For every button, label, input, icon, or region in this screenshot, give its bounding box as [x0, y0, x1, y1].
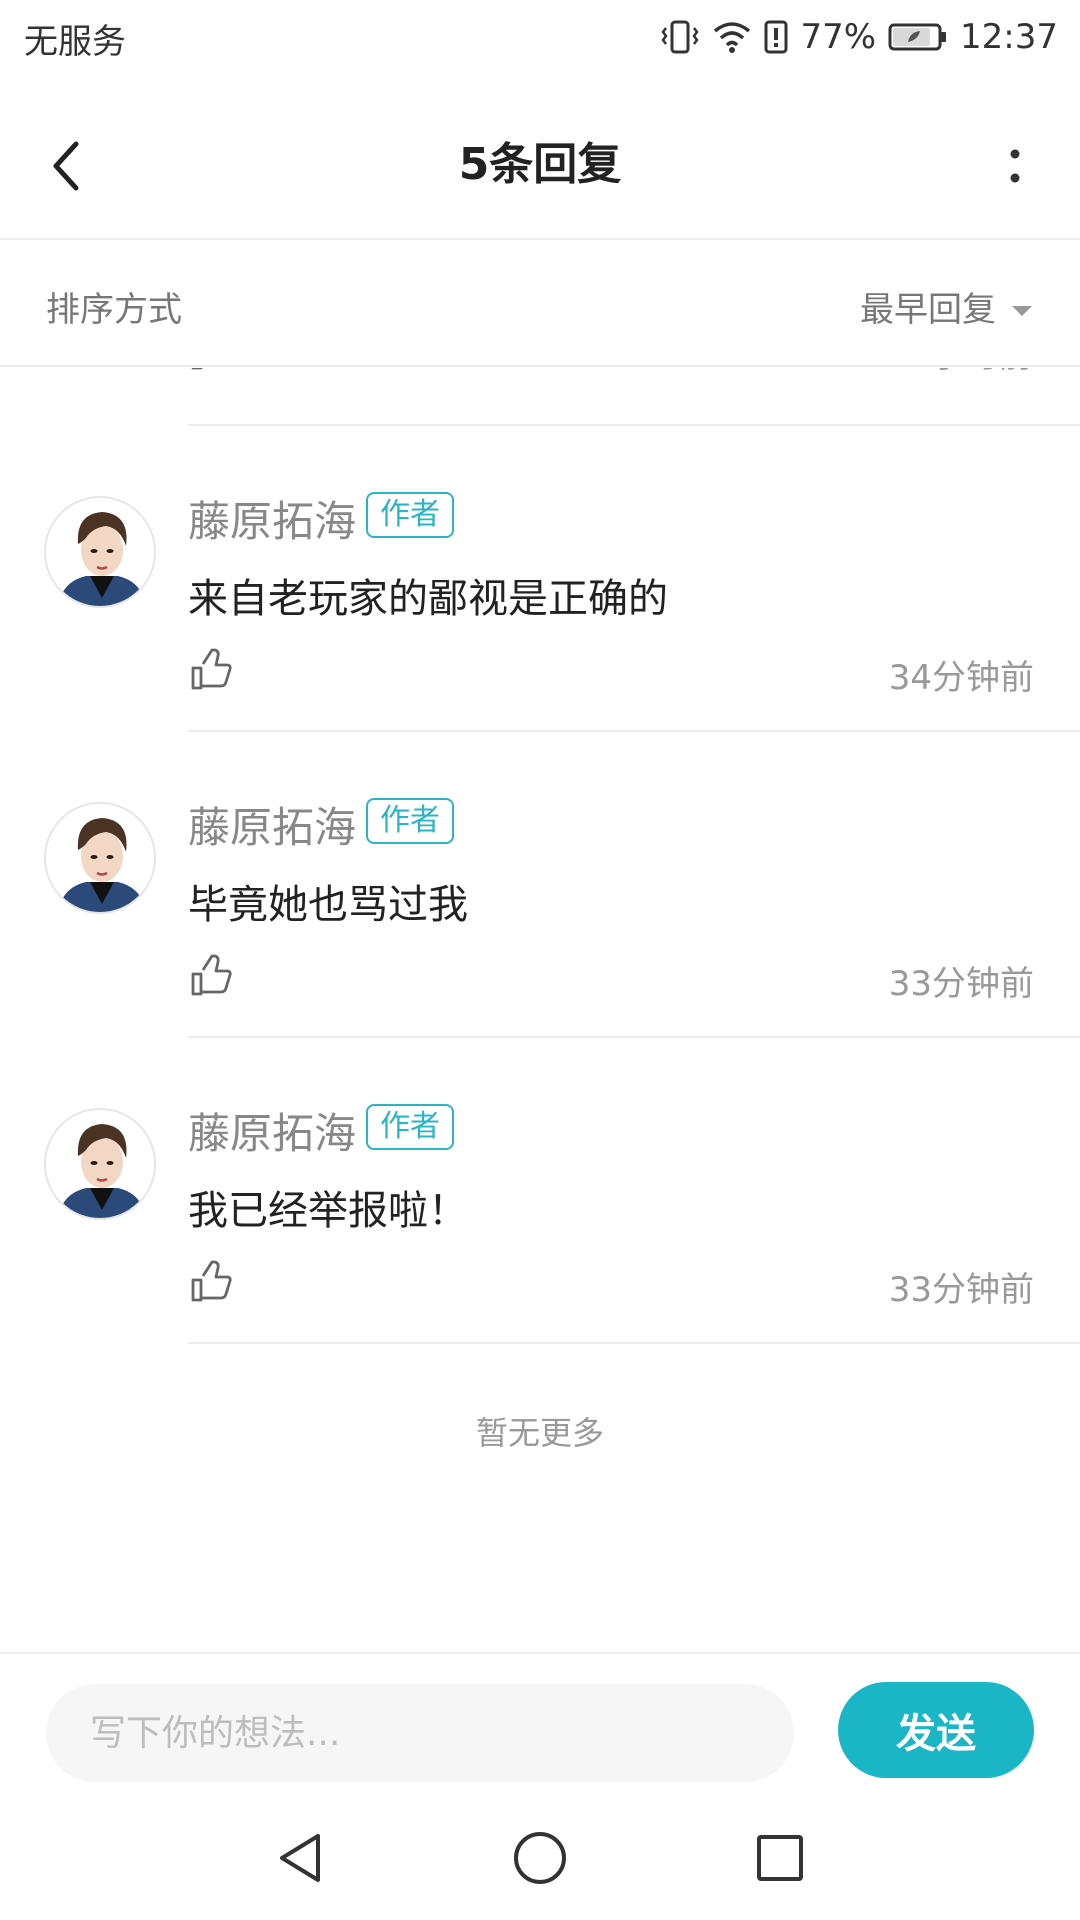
nav-recents-button[interactable] [740, 1820, 820, 1900]
reply-list[interactable]: 17小时前 藤原拓海 作者 来自老玩家的鄙视是正确的 34分钟前 藤原拓海 作者… [0, 368, 1080, 1648]
battery-icon [888, 22, 948, 52]
like-icon[interactable] [188, 368, 232, 372]
page-title: 5条回复 [458, 139, 622, 190]
reply-content: 我已经举报啦！ [188, 1188, 468, 1234]
caret-down-icon [1010, 287, 1034, 327]
list-end-text: 暂无更多 [475, 1414, 604, 1452]
username[interactable]: 藤原拓海 [188, 1100, 356, 1161]
carrier-text: 无服务 [24, 22, 126, 62]
list-item: 藤原拓海 作者 我已经举报啦！ 33分钟前 [0, 1038, 1080, 1344]
reply-input[interactable] [46, 1684, 794, 1782]
more-vertical-icon [1009, 146, 1021, 190]
sort-dropdown[interactable]: 最早回复 [860, 282, 1034, 331]
list-item: 藤原拓海 作者 来自老玩家的鄙视是正确的 34分钟前 [0, 426, 1080, 732]
screen: 无服务 77% 12:37 5条回复 排序方式 最早回复 藤原拓海 作者 来自老… [0, 0, 1080, 1920]
divider [188, 1342, 1080, 1344]
reply-time: 33分钟前 [888, 1270, 1034, 1310]
reply-time: 33分钟前 [888, 964, 1034, 1004]
send-button[interactable]: 发送 [838, 1682, 1034, 1778]
alert-battery-icon [764, 18, 788, 56]
more-button[interactable] [990, 128, 1040, 208]
sort-selected-value: 最早回复 [860, 290, 996, 330]
reply-time: 34分钟前 [888, 658, 1034, 698]
avatar[interactable] [44, 496, 156, 608]
battery-percent: 77% [800, 17, 877, 57]
username[interactable]: 藤原拓海 [188, 794, 356, 855]
username[interactable]: 藤原拓海 [188, 488, 356, 549]
nav-back-button[interactable] [260, 1820, 340, 1900]
reply-time: 17小时前 [887, 368, 1032, 377]
triangle-back-icon [274, 1830, 326, 1890]
like-icon[interactable] [188, 1260, 232, 1304]
wifi-icon [712, 19, 752, 55]
list-item: 藤原拓海 作者 毕竟她也骂过我 33分钟前 [0, 732, 1080, 1038]
reply-content: 毕竟她也骂过我 [188, 882, 468, 928]
square-recents-icon [754, 1832, 806, 1888]
reply-content: 来自老玩家的鄙视是正确的 [188, 576, 668, 622]
sort-label: 排序方式 [46, 290, 182, 330]
status-indicators: 77% 12:37 [660, 12, 1058, 62]
avatar[interactable] [44, 802, 156, 914]
vibrate-icon [660, 18, 700, 56]
avatar[interactable] [44, 1108, 156, 1220]
composer-bar: 发送 [0, 1652, 1080, 1792]
list-item-partial: 17小时前 [0, 368, 1080, 398]
status-bar: 无服务 77% 12:37 [0, 0, 1080, 76]
nav-home-button[interactable] [500, 1820, 580, 1900]
circle-home-icon [512, 1830, 568, 1890]
author-badge: 作者 [366, 492, 454, 538]
sort-row: 排序方式 最早回复 [0, 242, 1080, 367]
like-icon[interactable] [188, 648, 232, 692]
like-icon[interactable] [188, 954, 232, 998]
system-nav-bar [0, 1798, 1080, 1920]
clock: 12:37 [960, 17, 1058, 57]
header: 5条回复 [0, 90, 1080, 240]
author-badge: 作者 [366, 1104, 454, 1150]
author-badge: 作者 [366, 798, 454, 844]
